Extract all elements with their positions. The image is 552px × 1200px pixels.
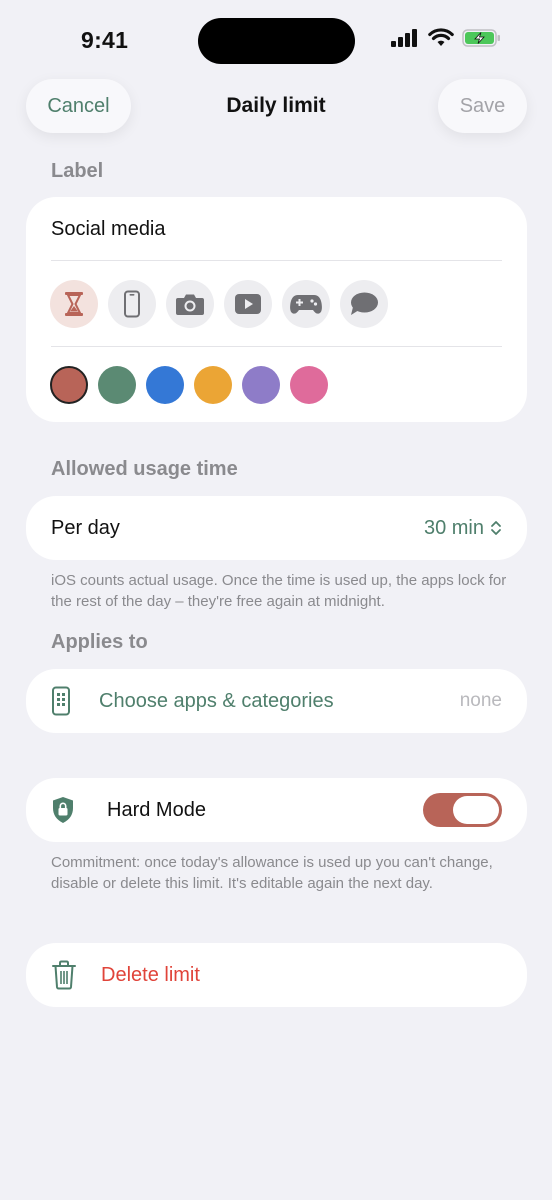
icon-picker [50, 280, 388, 328]
apps-grid-phone-icon [52, 686, 70, 716]
color-swatch-pink[interactable] [290, 366, 328, 404]
gamepad-icon [290, 295, 322, 314]
toggle-knob [453, 796, 499, 824]
per-day-label: Per day [51, 516, 120, 539]
lock-shield-icon [53, 797, 73, 823]
wifi-icon [428, 28, 454, 46]
chat-bubble-icon [351, 292, 378, 315]
per-day-value[interactable]: 30 min [424, 517, 502, 540]
label-section-heading: Label [51, 160, 104, 182]
camera-icon [176, 294, 204, 315]
icon-option-play[interactable] [224, 280, 272, 328]
battery-charging-icon [462, 29, 500, 47]
phone-icon [124, 290, 140, 318]
label-name-input[interactable]: Social media [51, 218, 166, 241]
dynamic-island [198, 18, 355, 64]
play-icon [235, 294, 261, 314]
hard-mode-row: Hard Mode [26, 778, 527, 842]
color-picker [50, 366, 328, 404]
applies-section-heading: Applies to [51, 631, 148, 653]
delete-limit-button[interactable]: Delete limit [26, 943, 527, 1007]
divider [51, 346, 502, 347]
per-day-value-text: 30 min [423, 516, 484, 539]
hard-mode-toggle[interactable] [423, 793, 502, 827]
trash-icon [52, 960, 76, 990]
cellular-signal-icon [391, 29, 417, 47]
status-icons [390, 28, 502, 48]
icon-option-hourglass[interactable] [50, 280, 98, 328]
choose-apps-label: Choose apps & categories [99, 689, 334, 712]
icon-option-chat[interactable] [340, 280, 388, 328]
per-day-row[interactable]: Per day 30 min [26, 496, 527, 560]
apps-selection-value: none [459, 690, 502, 711]
color-swatch-purple[interactable] [242, 366, 280, 404]
delete-limit-label: Delete limit [101, 963, 200, 986]
hourglass-icon [65, 292, 83, 316]
divider [51, 260, 502, 261]
save-button[interactable]: Save [438, 79, 527, 133]
choose-apps-row[interactable]: Choose apps & categories none [26, 669, 527, 733]
status-time: 9:41 [81, 27, 129, 53]
icon-option-camera[interactable] [166, 280, 214, 328]
hard-mode-footnote: Commitment: once today's allowance is us… [51, 854, 493, 892]
icon-option-gamepad[interactable] [282, 280, 330, 328]
color-swatch-terracotta[interactable] [50, 366, 88, 404]
color-swatch-blue[interactable] [146, 366, 184, 404]
color-swatch-orange[interactable] [194, 366, 232, 404]
color-swatch-green[interactable] [98, 366, 136, 404]
usage-section-heading: Allowed usage time [51, 458, 238, 480]
chevron-up-down-icon [491, 521, 501, 535]
icon-option-phone[interactable] [108, 280, 156, 328]
hard-mode-label: Hard Mode [107, 798, 206, 821]
usage-footnote: iOS counts actual usage. Once the time i… [51, 572, 507, 610]
label-card: Social media [26, 197, 527, 422]
